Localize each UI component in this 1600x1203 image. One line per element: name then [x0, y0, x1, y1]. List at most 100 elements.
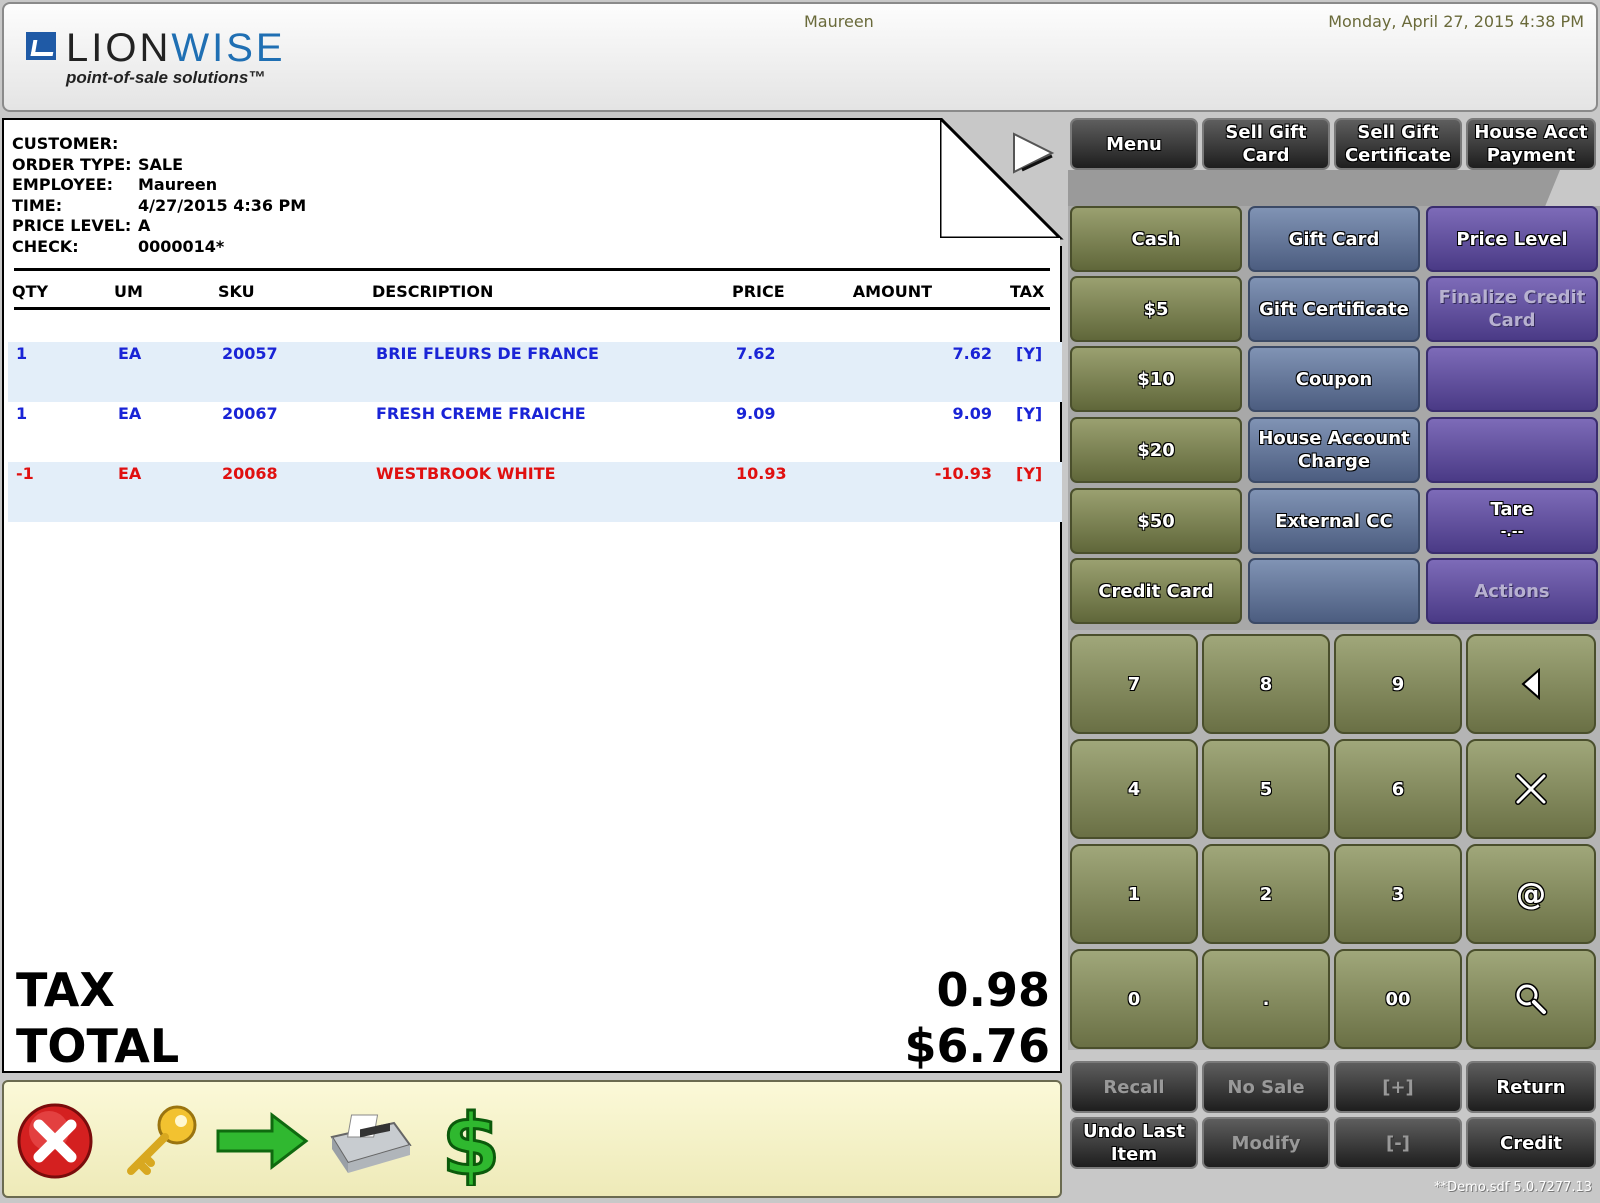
- col-description: DESCRIPTION: [372, 282, 494, 301]
- house-account-charge-button[interactable]: House Account Charge: [1248, 417, 1420, 483]
- key-6[interactable]: 6: [1334, 739, 1462, 839]
- order-info: CUSTOMER: ORDER TYPE: SALE EMPLOYEE: Maure…: [12, 134, 306, 257]
- no-sale-button[interactable]: No Sale: [1202, 1061, 1330, 1113]
- check-value: 0000014*: [138, 236, 225, 256]
- version-label: **Demo.sdf 5.0.7277.13: [1434, 1180, 1592, 1195]
- credit-card-button[interactable]: Credit Card: [1070, 558, 1242, 624]
- twenty-dollar-button[interactable]: $20: [1070, 417, 1242, 483]
- employee-label: EMPLOYEE:: [12, 175, 114, 194]
- key-4[interactable]: 4: [1070, 739, 1198, 839]
- increment-button[interactable]: [+]: [1334, 1061, 1462, 1113]
- modify-button[interactable]: Modify: [1202, 1117, 1330, 1169]
- price-level-value: A: [138, 216, 151, 235]
- price-level-button[interactable]: Price Level: [1426, 206, 1598, 272]
- line-description: BRIE FLEURS DE FRANCE: [376, 344, 599, 363]
- line-qty: 1: [16, 344, 28, 363]
- decrement-button[interactable]: [-]: [1334, 1117, 1462, 1169]
- action-toolbar: $: [2, 1080, 1062, 1198]
- current-user: Maureen: [804, 12, 874, 31]
- tare-button[interactable]: Tare -.--: [1426, 488, 1598, 554]
- line-item-header: QTY UM SKU DESCRIPTION PRICE AMOUNT TAX: [12, 268, 1050, 310]
- house-acct-payment-button[interactable]: House Acct Payment: [1466, 118, 1596, 170]
- line-item[interactable]: -1 EA 20068 WESTBROOK WHITE 10.93 -10.93…: [8, 462, 1062, 522]
- undo-last-item-button[interactable]: Undo Last Item: [1070, 1117, 1198, 1169]
- employee-value: Maureen: [138, 175, 218, 194]
- current-datetime: Monday, April 27, 2015 4:38 PM: [1328, 12, 1584, 31]
- actions-button[interactable]: Actions: [1426, 558, 1598, 624]
- coupon-button[interactable]: Coupon: [1248, 346, 1420, 412]
- line-tax: [Y]: [1016, 404, 1043, 423]
- clear-key[interactable]: [1466, 739, 1596, 839]
- printer-icon[interactable]: [324, 1096, 414, 1186]
- time-value: 4/27/2015 4:36 PM: [138, 195, 307, 215]
- line-description: FRESH CREME FRAICHE: [376, 404, 586, 423]
- svg-text:$: $: [442, 1096, 500, 1186]
- cancel-icon[interactable]: [10, 1096, 100, 1186]
- line-items: 1 EA 20057 BRIE FLEURS DE FRANCE 7.62 7.…: [8, 342, 1062, 522]
- line-amount: -10.93: [934, 464, 992, 483]
- lionwise-logo-icon: [26, 32, 56, 60]
- clear-x-icon: [1515, 773, 1547, 805]
- line-um: EA: [118, 464, 142, 483]
- key-0[interactable]: 0: [1070, 949, 1198, 1049]
- order-receipt: CUSTOMER: ORDER TYPE: SALE EMPLOYEE: Maure…: [2, 118, 1066, 1074]
- recall-button[interactable]: Recall: [1070, 1061, 1198, 1113]
- order-totals: TAX 0.98 TOTAL $6.76: [16, 962, 1050, 1074]
- line-price: 7.62: [736, 344, 776, 363]
- line-item[interactable]: 1 EA 20067 FRESH CREME FRAICHE 9.09 9.09…: [8, 402, 1062, 462]
- return-button[interactable]: Return: [1466, 1061, 1596, 1113]
- backspace-key[interactable]: [1466, 634, 1596, 734]
- expand-arrow-icon[interactable]: [1010, 130, 1056, 176]
- line-qty: 1: [16, 404, 28, 423]
- credit-button[interactable]: Credit: [1466, 1117, 1596, 1169]
- line-tax: [Y]: [1016, 464, 1043, 483]
- fifty-dollar-button[interactable]: $50: [1070, 488, 1242, 554]
- key-1[interactable]: 1: [1070, 844, 1198, 944]
- line-description: WESTBROOK WHITE: [376, 464, 556, 483]
- logo-tagline: point-of-sale solutions™: [66, 68, 266, 87]
- menu-button[interactable]: Menu: [1070, 118, 1198, 170]
- blank-payment-button[interactable]: [1248, 558, 1420, 624]
- button-tray: [1068, 170, 1560, 206]
- search-key[interactable]: [1466, 949, 1596, 1049]
- blank-violet-button[interactable]: [1426, 346, 1598, 412]
- key-decimal[interactable]: .: [1202, 949, 1330, 1049]
- col-sku: SKU: [218, 282, 255, 301]
- key-icon[interactable]: [118, 1096, 208, 1186]
- key-5[interactable]: 5: [1202, 739, 1330, 839]
- line-um: EA: [118, 404, 142, 423]
- dollar-icon[interactable]: $: [426, 1096, 516, 1186]
- at-key[interactable]: @: [1466, 844, 1596, 944]
- tax-value: 0.98: [936, 963, 1051, 1017]
- line-sku: 20068: [222, 464, 278, 483]
- key-3[interactable]: 3: [1334, 844, 1462, 944]
- total-label: TOTAL: [16, 1019, 180, 1073]
- gift-certificate-button[interactable]: Gift Certificate: [1248, 276, 1420, 342]
- line-amount: 9.09: [952, 404, 992, 423]
- line-sku: 20057: [222, 344, 278, 363]
- key-8[interactable]: 8: [1202, 634, 1330, 734]
- order-type-value: SALE: [138, 154, 184, 174]
- blank-violet-button[interactable]: [1426, 417, 1598, 483]
- check-label: CHECK:: [12, 236, 79, 256]
- cash-button[interactable]: Cash: [1070, 206, 1242, 272]
- finalize-credit-card-button[interactable]: Finalize Credit Card: [1426, 276, 1598, 342]
- key-00[interactable]: 00: [1334, 949, 1462, 1049]
- external-cc-button[interactable]: External CC: [1248, 488, 1420, 554]
- line-item[interactable]: 1 EA 20057 BRIE FLEURS DE FRANCE 7.62 7.…: [8, 342, 1062, 402]
- key-2[interactable]: 2: [1202, 844, 1330, 944]
- key-9[interactable]: 9: [1334, 634, 1462, 734]
- order-type-label: ORDER TYPE:: [12, 154, 132, 174]
- gift-card-button[interactable]: Gift Card: [1248, 206, 1420, 272]
- line-qty: -1: [16, 464, 34, 483]
- line-sku: 20067: [222, 404, 278, 423]
- ten-dollar-button[interactable]: $10: [1070, 346, 1242, 412]
- total-value: $6.76: [904, 1019, 1050, 1073]
- next-arrow-icon[interactable]: [212, 1096, 312, 1186]
- time-label: TIME:: [12, 195, 63, 215]
- five-dollar-button[interactable]: $5: [1070, 276, 1242, 342]
- sell-gift-card-button[interactable]: Sell Gift Card: [1202, 118, 1330, 170]
- key-7[interactable]: 7: [1070, 634, 1198, 734]
- sell-gift-certificate-button[interactable]: Sell Gift Certificate: [1334, 118, 1462, 170]
- line-price: 9.09: [736, 404, 776, 423]
